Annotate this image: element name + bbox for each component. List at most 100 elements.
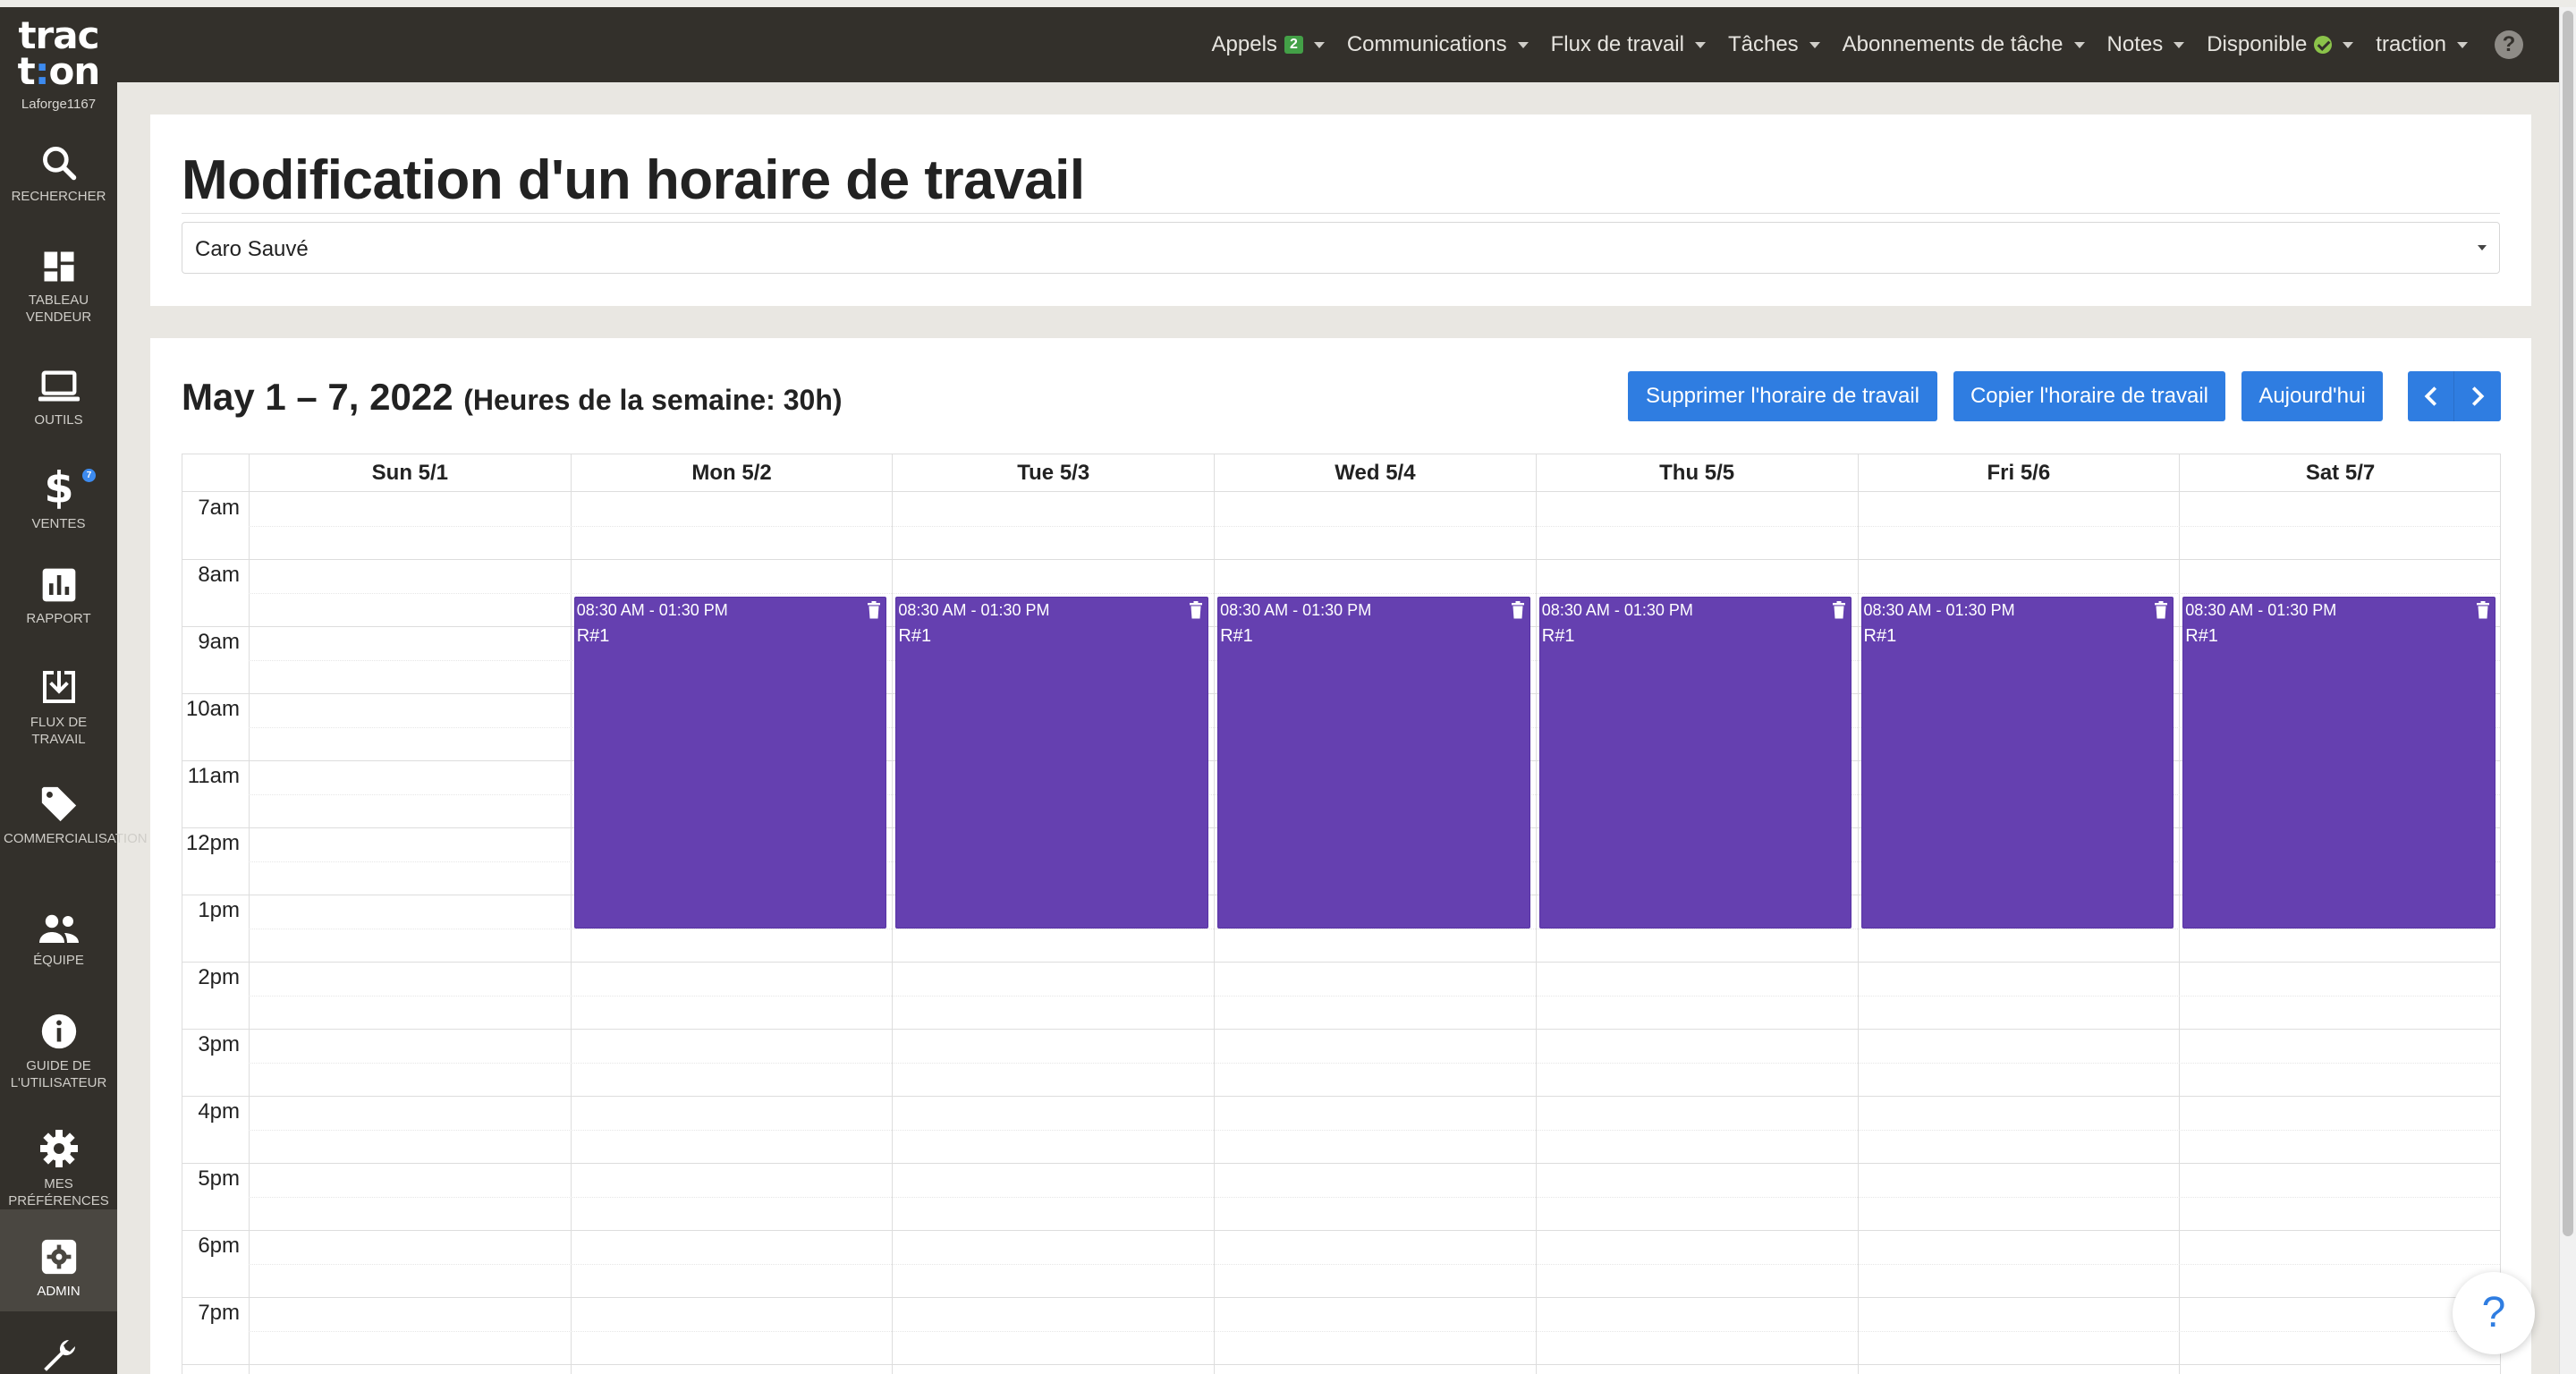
chevron-down-icon <box>2457 41 2468 48</box>
day-header: Mon 5/2 <box>570 454 893 492</box>
day-column-divider <box>1214 492 1216 1374</box>
hour-label: 7pm <box>198 1301 240 1325</box>
event-time: 08:30 AM - 01:30 PM <box>576 600 728 619</box>
chevron-down-icon <box>2478 245 2487 250</box>
event-time: 08:30 AM - 01:30 PM <box>1863 600 2015 619</box>
top-nav: Appels 2 Communications Flux de travail … <box>1190 7 2523 82</box>
nav-notes[interactable]: Notes <box>2107 32 2185 57</box>
schedule-event[interactable]: 08:30 AM - 01:30 PM R#1 <box>1217 596 1530 929</box>
event-title: R#1 <box>2185 625 2218 646</box>
event-time: 08:30 AM - 01:30 PM <box>2185 600 2337 619</box>
week-range-label: May 1 – 7, 2022 <box>182 376 453 418</box>
employee-select[interactable]: Caro Sauvé <box>182 222 2500 274</box>
event-title: R#1 <box>1220 625 1253 646</box>
sidebar-item-label: Rechercher <box>11 189 106 204</box>
today-button[interactable]: Aujourd'hui <box>2241 371 2383 421</box>
day-header: Thu 5/5 <box>1535 454 1858 492</box>
trash-icon[interactable] <box>2154 600 2168 619</box>
schedule-event[interactable]: 08:30 AM - 01:30 PM R#1 <box>1860 596 2174 929</box>
day-column-divider <box>1535 492 1537 1374</box>
scrollbar-thumb[interactable] <box>2563 11 2573 1236</box>
sidebar-item-mes-preferences[interactable]: Mes préférences <box>0 1127 117 1209</box>
nav-taches-label: Tâches <box>1727 32 1799 56</box>
trash-icon[interactable] <box>867 600 881 619</box>
hour-row-line <box>182 1163 2500 1164</box>
check-circle-icon <box>2314 36 2333 54</box>
event-time: 08:30 AM - 01:30 PM <box>898 600 1050 619</box>
calendar-range: May 1 – 7, 2022 (Heures de la semaine: 3… <box>182 376 843 419</box>
next-week-button[interactable] <box>2454 371 2501 421</box>
sidebar-item-rapport[interactable]: Rapport <box>0 565 117 627</box>
sidebar-item-ventes[interactable]: 7 $ Ventes <box>0 465 117 532</box>
hour-label: 12pm <box>185 831 240 855</box>
sidebar-item-outils[interactable]: Outils <box>0 367 117 428</box>
week-nav-group <box>2408 371 2501 421</box>
page-title: Modification d'un horaire de travail <box>182 149 1085 211</box>
sidebar-item-flux-de-travail[interactable]: Flux de travail <box>0 666 117 748</box>
traction-logo[interactable]: trac t:on <box>0 13 117 90</box>
nav-abonnements[interactable]: Abonnements de tâche <box>1843 32 2085 57</box>
nav-appels[interactable]: Appels 2 <box>1212 32 1325 57</box>
hour-row-line <box>182 559 2500 560</box>
nav-taches[interactable]: Tâches <box>1728 32 1820 57</box>
info-icon <box>41 1014 76 1049</box>
help-icon[interactable]: ? <box>2495 30 2523 59</box>
hour-row-line <box>182 1029 2500 1030</box>
half-hour-row-line <box>249 1263 2500 1265</box>
nav-communications-label: Communications <box>1346 32 1507 56</box>
hour-row-line <box>182 962 2500 963</box>
nav-abonnements-label: Abonnements de tâche <box>1842 32 2063 56</box>
logo-line-1: trac <box>18 13 99 57</box>
sidebar-item-tableau-vendeur[interactable]: Tableau vendeur <box>0 247 117 326</box>
sidebar-item-tools[interactable] <box>0 1335 117 1374</box>
hour-label: 3pm <box>198 1032 240 1056</box>
wrench-icon <box>43 1339 75 1371</box>
username: Laforge1167 <box>21 97 97 112</box>
half-hour-row-line <box>249 1062 2500 1064</box>
trash-icon[interactable] <box>2476 600 2490 619</box>
event-title: R#1 <box>898 625 932 646</box>
sidebar-item-label: Flux de travail <box>30 715 88 747</box>
schedule-event[interactable]: 08:30 AM - 01:30 PM R#1 <box>573 596 887 929</box>
sidebar-item-admin[interactable]: Admin <box>0 1209 117 1311</box>
prev-week-button[interactable] <box>2408 371 2454 421</box>
schedule-event[interactable]: 08:30 AM - 01:30 PM R#1 <box>2182 596 2496 929</box>
trash-icon[interactable] <box>1189 600 1203 619</box>
day-column-divider <box>1857 492 1859 1374</box>
nav-appels-label: Appels <box>1211 32 1277 56</box>
nav-disponible[interactable]: Disponible <box>2207 32 2354 57</box>
half-hour-row-line <box>249 995 2500 997</box>
nav-account-label: traction <box>2376 32 2446 56</box>
help-fab-button[interactable]: ? <box>2453 1272 2535 1354</box>
page-scrollbar[interactable] <box>2559 7 2576 1374</box>
nav-communications[interactable]: Communications <box>1347 32 1529 57</box>
chevron-down-icon <box>1517 41 1529 48</box>
schedule-event[interactable]: 08:30 AM - 01:30 PM R#1 <box>895 596 1209 929</box>
delete-schedule-button[interactable]: Supprimer l'horaire de travail <box>1628 371 1937 421</box>
sidebar-item-equipe[interactable]: Équipe <box>0 911 117 969</box>
sidebar: trac t:on Laforge1167 Rechercher Tableau… <box>0 7 148 1374</box>
nav-flux-de-travail[interactable]: Flux de travail <box>1551 32 1706 57</box>
hour-label: 8am <box>198 563 240 587</box>
sidebar-item-commercialisation[interactable]: Commercialisation <box>0 784 148 847</box>
admin-gear-icon <box>41 1239 76 1275</box>
event-title: R#1 <box>1541 625 1575 646</box>
sidebar-item-guide[interactable]: Guide de l'utilisateur <box>0 1011 117 1091</box>
hour-row-line <box>182 1364 2500 1365</box>
copy-schedule-button[interactable]: Copier l'horaire de travail <box>1953 371 2225 421</box>
event-time: 08:30 AM - 01:30 PM <box>1541 600 1693 619</box>
trash-icon[interactable] <box>1511 600 1525 619</box>
schedule-event[interactable]: 08:30 AM - 01:30 PM R#1 <box>1538 596 1852 929</box>
sidebar-item-rechercher[interactable]: Rechercher <box>0 143 117 205</box>
title-divider <box>182 213 2500 214</box>
sidebar-item-label: Équipe <box>33 953 84 968</box>
sidebar-item-label: Rapport <box>26 611 91 626</box>
trash-icon[interactable] <box>1832 600 1846 619</box>
day-header: Tue 5/3 <box>892 454 1214 492</box>
hour-label: 7am <box>198 496 240 520</box>
day-column-divider <box>2179 492 2181 1374</box>
nav-account[interactable]: traction <box>2376 32 2468 57</box>
event-title: R#1 <box>1863 625 1897 646</box>
hour-row-line <box>182 1096 2500 1097</box>
team-icon <box>38 914 79 943</box>
